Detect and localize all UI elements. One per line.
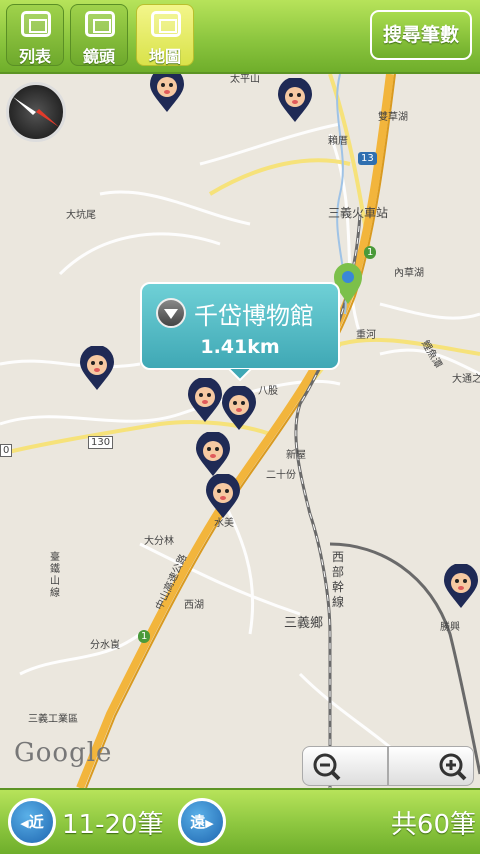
- location-pin-icon[interactable]: [204, 474, 242, 520]
- tab-camera-label: 鏡頭: [82, 47, 115, 66]
- top-toolbar: 列表 鏡頭 地圖 搜尋筆數: [0, 0, 480, 74]
- page-range: 11-20筆: [62, 810, 164, 840]
- search-count-button[interactable]: 搜尋筆數: [370, 10, 472, 60]
- location-pin-icon[interactable]: [276, 78, 314, 124]
- tab-list[interactable]: 列表: [6, 4, 64, 66]
- map-label: 勝興: [440, 622, 460, 633]
- map-label: 重河: [356, 330, 376, 341]
- road-marker: 13: [358, 152, 377, 165]
- camera-icon: [85, 11, 115, 37]
- map-icon: [151, 11, 181, 37]
- map-label: 八股: [258, 386, 278, 397]
- tab-camera[interactable]: 鏡頭: [70, 4, 128, 66]
- google-logo: Google: [14, 738, 113, 768]
- map-label: 臺鐵山線: [50, 552, 60, 599]
- map-label: 太平山: [230, 74, 260, 85]
- zoom-out-button[interactable]: [302, 746, 388, 786]
- left-arrow-icon: ◀: [20, 817, 29, 830]
- location-pin-icon[interactable]: [78, 346, 116, 392]
- zoom-in-icon: [439, 753, 467, 781]
- location-pin-icon[interactable]: [220, 386, 258, 432]
- location-pin-icon[interactable]: [194, 432, 232, 478]
- prev-page-label: 近: [28, 813, 44, 831]
- right-arrow-icon: ▶: [205, 817, 214, 830]
- map-label: 大分林: [144, 536, 174, 547]
- next-page-label: 遠: [190, 813, 206, 831]
- popup-title: 千岱博物館: [194, 302, 314, 330]
- map-label: 分水崀: [90, 640, 120, 651]
- map-label: 賴厝: [328, 136, 348, 147]
- map-label: 西湖: [184, 600, 204, 611]
- tab-map[interactable]: 地圖: [136, 4, 194, 66]
- map-label: 內草湖: [394, 268, 424, 279]
- next-page-button[interactable]: 遠▶: [178, 798, 226, 846]
- map-label: 大通之: [452, 374, 480, 385]
- map-label: 西部幹線: [332, 550, 345, 609]
- tab-map-label: 地圖: [148, 47, 181, 66]
- map-label: 新屋: [286, 450, 306, 461]
- map-label: 雙草湖: [378, 112, 408, 123]
- map-label: 二十份: [266, 470, 296, 481]
- zoom-in-button[interactable]: [388, 746, 474, 786]
- map-label: 三義火車站: [328, 206, 389, 220]
- zoom-out-icon: [313, 753, 341, 781]
- total-count: 共60筆: [390, 810, 476, 840]
- prev-page-button[interactable]: ◀近: [8, 798, 56, 846]
- place-popup[interactable]: 千岱博物館 1.41km: [140, 282, 340, 382]
- map-label: 0: [0, 444, 13, 457]
- bottom-pager: ◀近 11-20筆 遠▶ 共60筆: [0, 788, 480, 854]
- popup-distance: 1.41km: [200, 336, 280, 358]
- list-icon: [21, 11, 51, 37]
- map-label: 三義鄉: [284, 616, 324, 631]
- location-pin-icon[interactable]: [186, 378, 224, 424]
- map-view[interactable]: 太平山 雙草湖 賴厝 三義火車站 大坑尾 內草湖 重河 八股 鯉魚潭 大通之 1…: [0, 74, 480, 788]
- map-label: 三義工業區: [28, 714, 78, 725]
- tab-list-label: 列表: [18, 47, 51, 66]
- chevron-down-icon[interactable]: [156, 298, 186, 328]
- location-pin-icon[interactable]: [442, 564, 480, 610]
- location-pin-icon[interactable]: [148, 74, 186, 114]
- map-label: 大坑尾: [66, 210, 96, 221]
- compass-icon[interactable]: [6, 82, 66, 142]
- map-label: 130: [88, 436, 114, 449]
